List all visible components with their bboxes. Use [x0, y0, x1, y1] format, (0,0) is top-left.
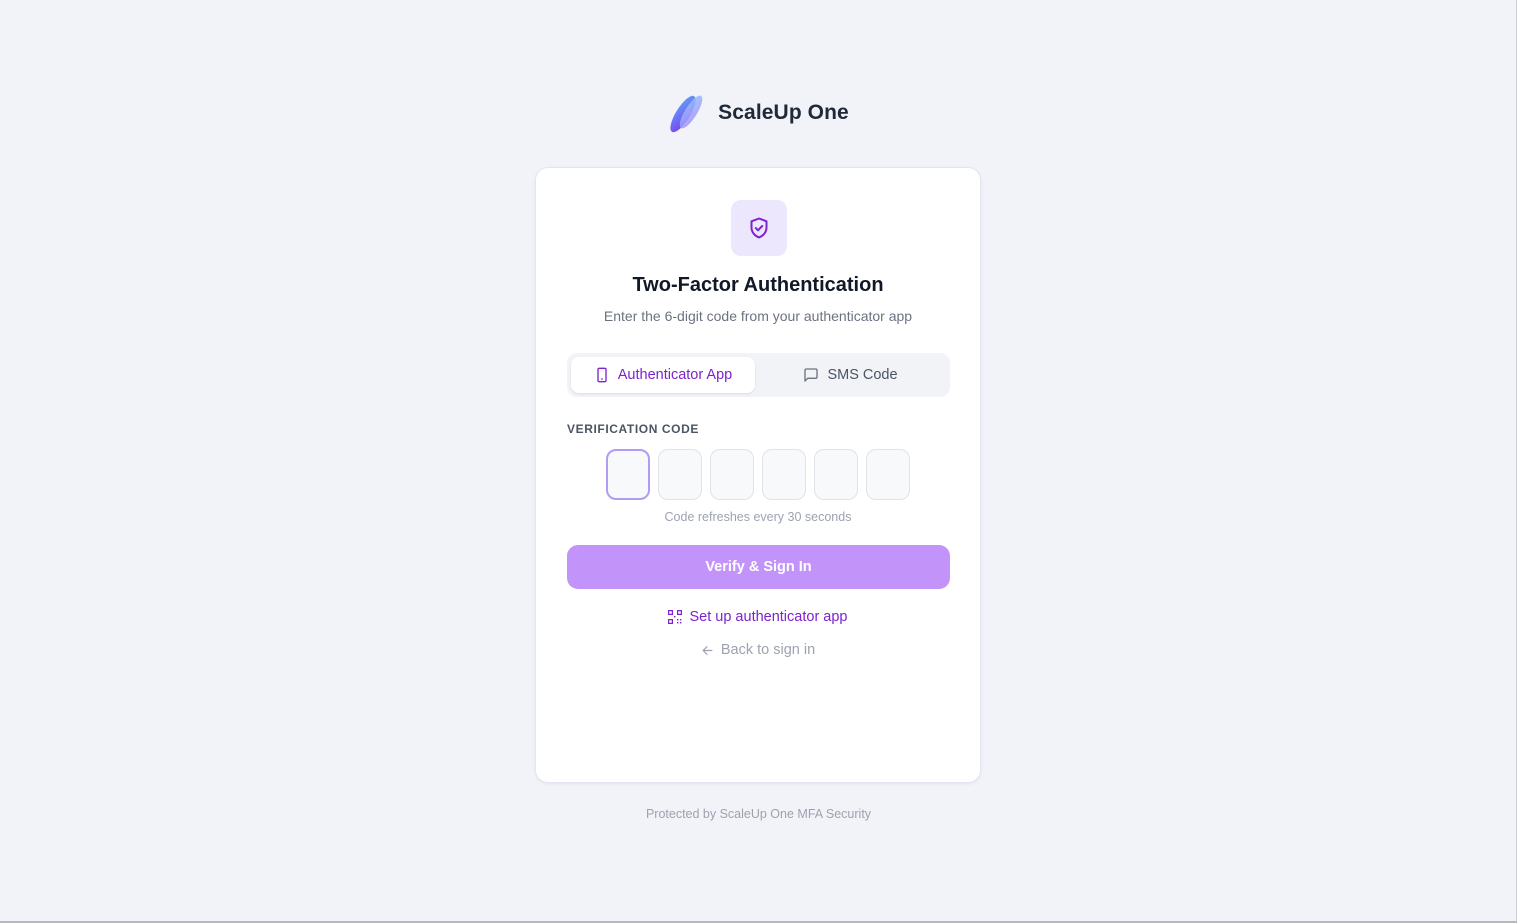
arrow-left-icon: [702, 645, 713, 655]
security-footer: Protected by ScaleUp One MFA Security: [645, 807, 872, 821]
code-digit-4[interactable]: [762, 449, 806, 500]
back-to-sign-in-link[interactable]: Back to sign in: [536, 642, 980, 658]
code-digit-3[interactable]: [710, 449, 754, 500]
code-digit-1[interactable]: [606, 449, 650, 500]
tab-sms-code[interactable]: SMS Code: [755, 357, 946, 393]
code-refresh-hint: Code refreshes every 30 seconds: [664, 510, 852, 524]
brand-name: ScaleUp One: [718, 101, 849, 124]
message-square-icon: [804, 368, 819, 382]
shield-check-icon: [750, 217, 768, 239]
tab-authenticator-app-label: Authenticator App: [617, 367, 733, 383]
page-title: Two-Factor Authentication: [632, 274, 884, 296]
setup-authenticator-label: Set up authenticator app: [689, 609, 848, 625]
verification-code-label: VERIFICATION CODE: [567, 422, 699, 436]
setup-authenticator-link[interactable]: Set up authenticator app: [536, 609, 980, 625]
two-factor-card: Two-Factor Authentication Enter the 6-di…: [535, 167, 981, 783]
code-digit-6[interactable]: [866, 449, 910, 500]
verify-sign-in-button[interactable]: Verify & Sign In: [567, 545, 950, 589]
page-subtitle: Enter the 6-digit code from your authent…: [603, 308, 913, 324]
qr-code-icon: [668, 610, 683, 624]
code-digit-5[interactable]: [814, 449, 858, 500]
smartphone-icon: [597, 367, 607, 383]
brand-logo-icon: [670, 95, 703, 133]
tab-authenticator-app[interactable]: Authenticator App: [571, 357, 755, 393]
method-tabs: Authenticator App SMS Code: [567, 353, 950, 397]
brand-header: ScaleUp One: [0, 90, 1517, 136]
shield-badge: [731, 200, 787, 256]
verification-code-inputs: [606, 449, 910, 500]
code-digit-2[interactable]: [658, 449, 702, 500]
tab-sms-code-label: SMS Code: [827, 367, 898, 383]
back-to-sign-in-label: Back to sign in: [720, 642, 816, 658]
